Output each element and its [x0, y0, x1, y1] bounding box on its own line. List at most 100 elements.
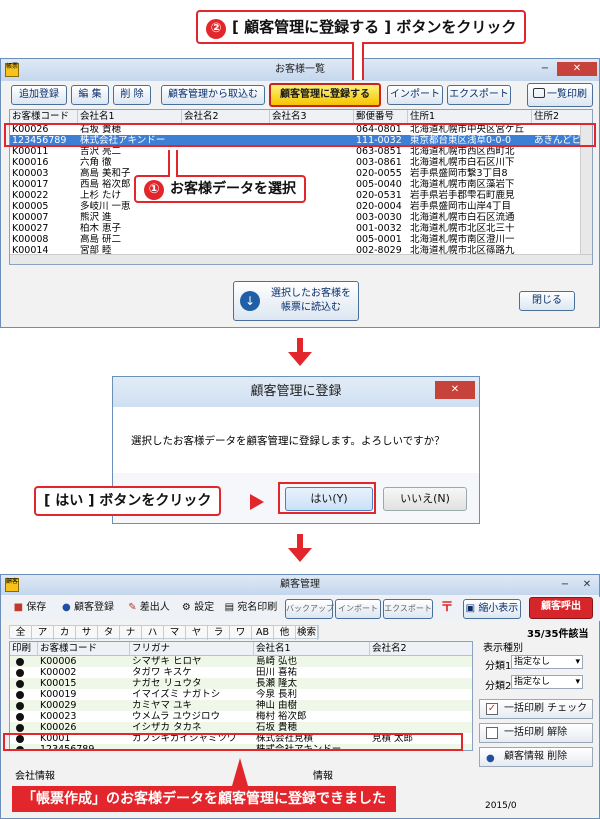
step1-callout: ① お客様データを選択	[134, 175, 306, 203]
table-row[interactable]: K00019 イマイズミ ナガトシ 今泉 長利	[10, 689, 472, 700]
count-label: 35/35件該当	[527, 629, 589, 640]
table-row[interactable]: K00015 ナガセ リュウタ 長瀬 隆太	[10, 678, 472, 689]
category1-select[interactable]: 指定なし ▾	[511, 655, 583, 669]
table-row[interactable]: K00007 熊沢 進 003-0030 北海道札幌市白石区流通	[10, 212, 592, 223]
table-row[interactable]: K00006 シマザキ ヒロヤ 島崎 弘也	[10, 656, 472, 667]
table-row[interactable]: K00027 柏木 恵子 001-0032 北海道札幌市北区北三十	[10, 223, 592, 234]
register-to-customer-mgmt-button[interactable]: 顧客管理に登録する	[269, 83, 381, 107]
print-flag-icon[interactable]	[10, 722, 38, 733]
tab-1[interactable]: ア	[32, 626, 54, 640]
tab-11[interactable]: AB	[252, 626, 274, 640]
print-flag-icon[interactable]	[10, 667, 38, 678]
customer-register-button[interactable]: ● 顧客登録	[55, 599, 121, 619]
step2-callout-tail	[352, 42, 364, 80]
tab-4[interactable]: タ	[98, 626, 120, 640]
tab-6[interactable]: ハ	[142, 626, 164, 640]
col-address2[interactable]: 住所2	[532, 110, 592, 124]
tab-9[interactable]: ラ	[208, 626, 230, 640]
col-kana[interactable]: フリガナ	[130, 642, 254, 656]
col-address1[interactable]: 住所1	[408, 110, 532, 124]
customer-mgmt-title: 顧客管理	[280, 579, 320, 590]
customer-mgmt-window: 顧客 顧客管理 − ✕ ■ 保存 ● 顧客登録 ✎ 差出人 ⚙ 設定 ▤ 宛名印…	[0, 574, 600, 819]
close-button[interactable]: 閉じる	[519, 291, 575, 311]
table-row[interactable]: K00029 カミヤマ ユキ 神山 由樹	[10, 700, 472, 711]
delete-button[interactable]: 削 除	[113, 85, 151, 105]
sender-button[interactable]: ✎ 差出人	[123, 599, 175, 619]
col-company3[interactable]: 会社名3	[270, 110, 354, 124]
import-button-2[interactable]: インポート	[335, 599, 381, 619]
table-cell: 田川 喜祐	[256, 667, 298, 678]
export-button-2[interactable]: エクスポート	[383, 599, 433, 619]
tab-3[interactable]: サ	[76, 626, 98, 640]
address-print-button[interactable]: ▤ 宛名印刷	[223, 599, 279, 619]
tab-10[interactable]: ワ	[230, 626, 252, 640]
table-row[interactable]: K00011 吉沢 亮二 063-0851 北海道札幌市西区西町北	[10, 146, 592, 157]
tab-12[interactable]: 他	[274, 626, 296, 640]
backup-button[interactable]: バックアップ	[285, 599, 334, 619]
result-caption: 「帳票作成」のお客様データを顧客管理に登録できました	[12, 786, 396, 812]
print-flag-icon[interactable]	[10, 711, 38, 722]
bulk-print-uncheck-button[interactable]: 一括印刷 解除	[479, 723, 593, 743]
tab-5[interactable]: ナ	[120, 626, 142, 640]
tab-2[interactable]: カ	[54, 626, 76, 640]
col-print[interactable]: 印刷	[10, 642, 38, 656]
dialog-title: 顧客管理に登録	[250, 384, 342, 399]
table-cell: 北海道札幌市南区澄川一	[410, 234, 515, 245]
bulk-print-uncheck-label: 一括印刷 解除	[504, 727, 568, 738]
import-from-customer-mgmt-button[interactable]: 顧客管理から取込む	[161, 85, 265, 105]
table-cell	[370, 700, 472, 711]
table-row[interactable]: K00002 タガワ キスケ 田川 喜祐	[10, 667, 472, 678]
category2-label: 分類2	[485, 681, 512, 692]
customer-call-button[interactable]: 顧客呼出	[529, 597, 593, 619]
table-cell: K00016	[12, 157, 49, 168]
table-row[interactable]: K00023 ウメムラ ユウジロウ 梅村 裕次郎	[10, 711, 472, 722]
t-mark-button[interactable]: 〒	[437, 599, 457, 619]
col-company1[interactable]: 会社名1	[78, 110, 182, 124]
minimize-icon[interactable]: −	[535, 62, 555, 76]
col-customer-code[interactable]: お客様コード	[10, 110, 78, 124]
import-button[interactable]: インポート	[387, 85, 443, 105]
close-icon[interactable]: ✕	[557, 62, 597, 76]
table-row[interactable]: K00016 六角 徹 003-0861 北海道札幌市白石区川下	[10, 157, 592, 168]
print-list-button[interactable]: 一覧印刷	[527, 83, 593, 107]
tab-13[interactable]: 検索	[296, 626, 318, 640]
dialog-titlebar: 顧客管理に登録 ✕	[113, 377, 479, 407]
delete-customer-button[interactable]: ● 顧客情報 削除	[479, 747, 593, 767]
settings-button[interactable]: ⚙ 設定	[177, 599, 219, 619]
table-cell: 吉沢 亮二	[80, 146, 122, 157]
col-company2-2[interactable]: 会社名2	[370, 642, 472, 656]
print-flag-icon[interactable]	[10, 689, 38, 700]
flow-arrow-1-stem	[297, 338, 303, 352]
table-cell: 高島 研二	[80, 234, 122, 245]
load-selected-button[interactable]: ↓ 選択したお客様を 帳票に読込む	[233, 281, 359, 321]
horizontal-scrollbar[interactable]	[10, 254, 592, 264]
table-cell: 北海道札幌市北区北三十	[410, 223, 515, 234]
print-flag-icon[interactable]	[10, 678, 38, 689]
tab-7[interactable]: マ	[164, 626, 186, 640]
minimize-icon-2[interactable]: −	[555, 578, 575, 592]
customer-mgmt-titlebar: 顧客 顧客管理 − ✕	[1, 575, 599, 595]
table-row[interactable]: K00008 高島 研二 005-0001 北海道札幌市南区澄川一	[10, 234, 592, 245]
export-button[interactable]: エクスポート	[447, 85, 511, 105]
edit-button[interactable]: 編 集	[71, 85, 109, 105]
dialog-close-icon[interactable]: ✕	[435, 381, 475, 399]
save-button[interactable]: ■ 保存	[9, 599, 51, 619]
col-code[interactable]: お客様コード	[38, 642, 130, 656]
bulk-print-check-label: 一括印刷 チェック	[504, 703, 588, 714]
tab-0[interactable]: 全	[10, 626, 32, 640]
close-icon-2[interactable]: ✕	[577, 578, 597, 592]
print-flag-icon[interactable]	[10, 656, 38, 667]
print-flag-icon[interactable]	[10, 700, 38, 711]
col-company2[interactable]: 会社名2	[182, 110, 270, 124]
bulk-print-check-button[interactable]: ✓ 一括印刷 チェック	[479, 699, 593, 719]
table-row[interactable]: K00026 イシザカ タカネ 石坂 貴穂	[10, 722, 472, 733]
no-button[interactable]: いいえ(N)	[383, 487, 467, 511]
add-register-button[interactable]: 追加登録	[11, 85, 67, 105]
table-cell: K00007	[12, 212, 49, 223]
col-zip[interactable]: 郵便番号	[354, 110, 408, 124]
table-cell: 北海道札幌市白石区川下	[410, 157, 515, 168]
col-company1-2[interactable]: 会社名1	[254, 642, 370, 656]
category2-select[interactable]: 指定なし ▾	[511, 675, 583, 689]
tab-8[interactable]: ヤ	[186, 626, 208, 640]
shrink-view-button[interactable]: ▣ 縮小表示	[463, 599, 521, 619]
